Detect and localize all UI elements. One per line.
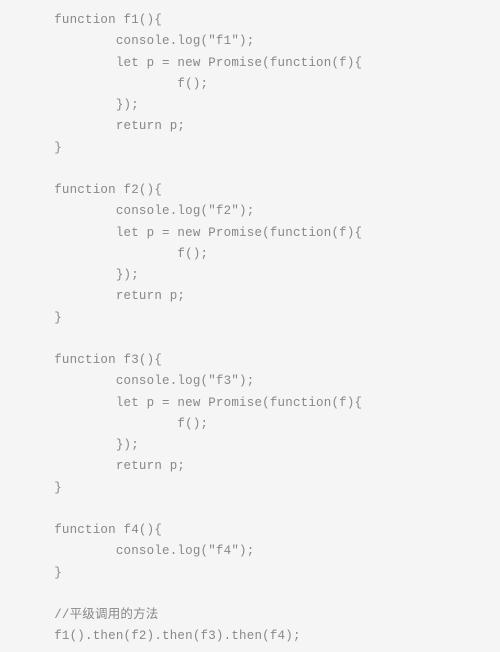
code-block: function f1(){ console.log("f1"); let p … [0,0,500,652]
code-text: function f1(){ console.log("f1"); let p … [8,10,492,648]
